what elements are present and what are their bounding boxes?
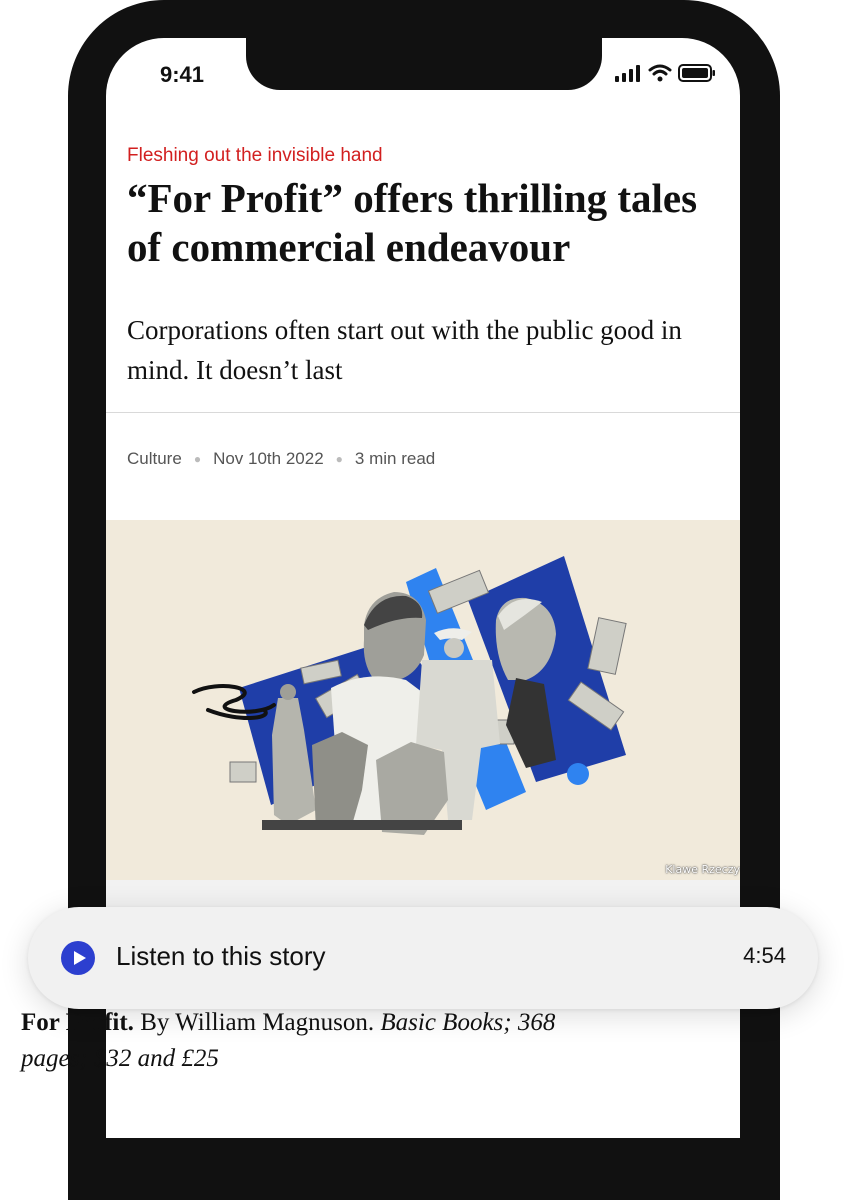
book-title: For Profit. <box>21 1009 134 1036</box>
book-info: For Profit. By William Magnuson. Basic B… <box>21 1005 621 1077</box>
image-credit: Klawe Rzeczy <box>665 863 740 876</box>
article-headline: “For Profit” offers thrilling tales of c… <box>127 175 698 270</box>
content-gap <box>106 880 740 910</box>
article-meta: Culture ● Nov 10th 2022 ● 3 min read <box>127 449 435 469</box>
wifi-icon <box>648 64 672 82</box>
section-link[interactable]: Culture <box>127 449 182 469</box>
article-kicker: Fleshing out the invisible hand <box>127 145 383 166</box>
article-standfirst: Corporations often start out with the pu… <box>127 315 682 385</box>
audio-duration: 4:54 <box>743 943 786 968</box>
hero-illustration: Klawe Rzeczy <box>106 520 740 880</box>
notch <box>246 38 602 90</box>
meta-separator: ● <box>193 452 202 466</box>
signal-icon <box>615 65 640 82</box>
listen-label[interactable]: Listen to this story <box>116 941 326 972</box>
battery-icon <box>678 64 715 82</box>
audio-player-bar[interactable]: Listen to this story 4:54 <box>28 907 818 1009</box>
publish-date: Nov 10th 2022 <box>213 449 324 468</box>
collage-artwork <box>192 556 627 835</box>
play-icon[interactable] <box>61 941 95 975</box>
status-icons <box>614 64 716 82</box>
book-author: By William Magnuson. <box>140 1009 375 1036</box>
status-time: 9:41 <box>160 62 205 87</box>
divider <box>106 412 740 413</box>
meta-separator: ● <box>335 452 343 466</box>
read-time: 3 min read <box>354 449 436 468</box>
